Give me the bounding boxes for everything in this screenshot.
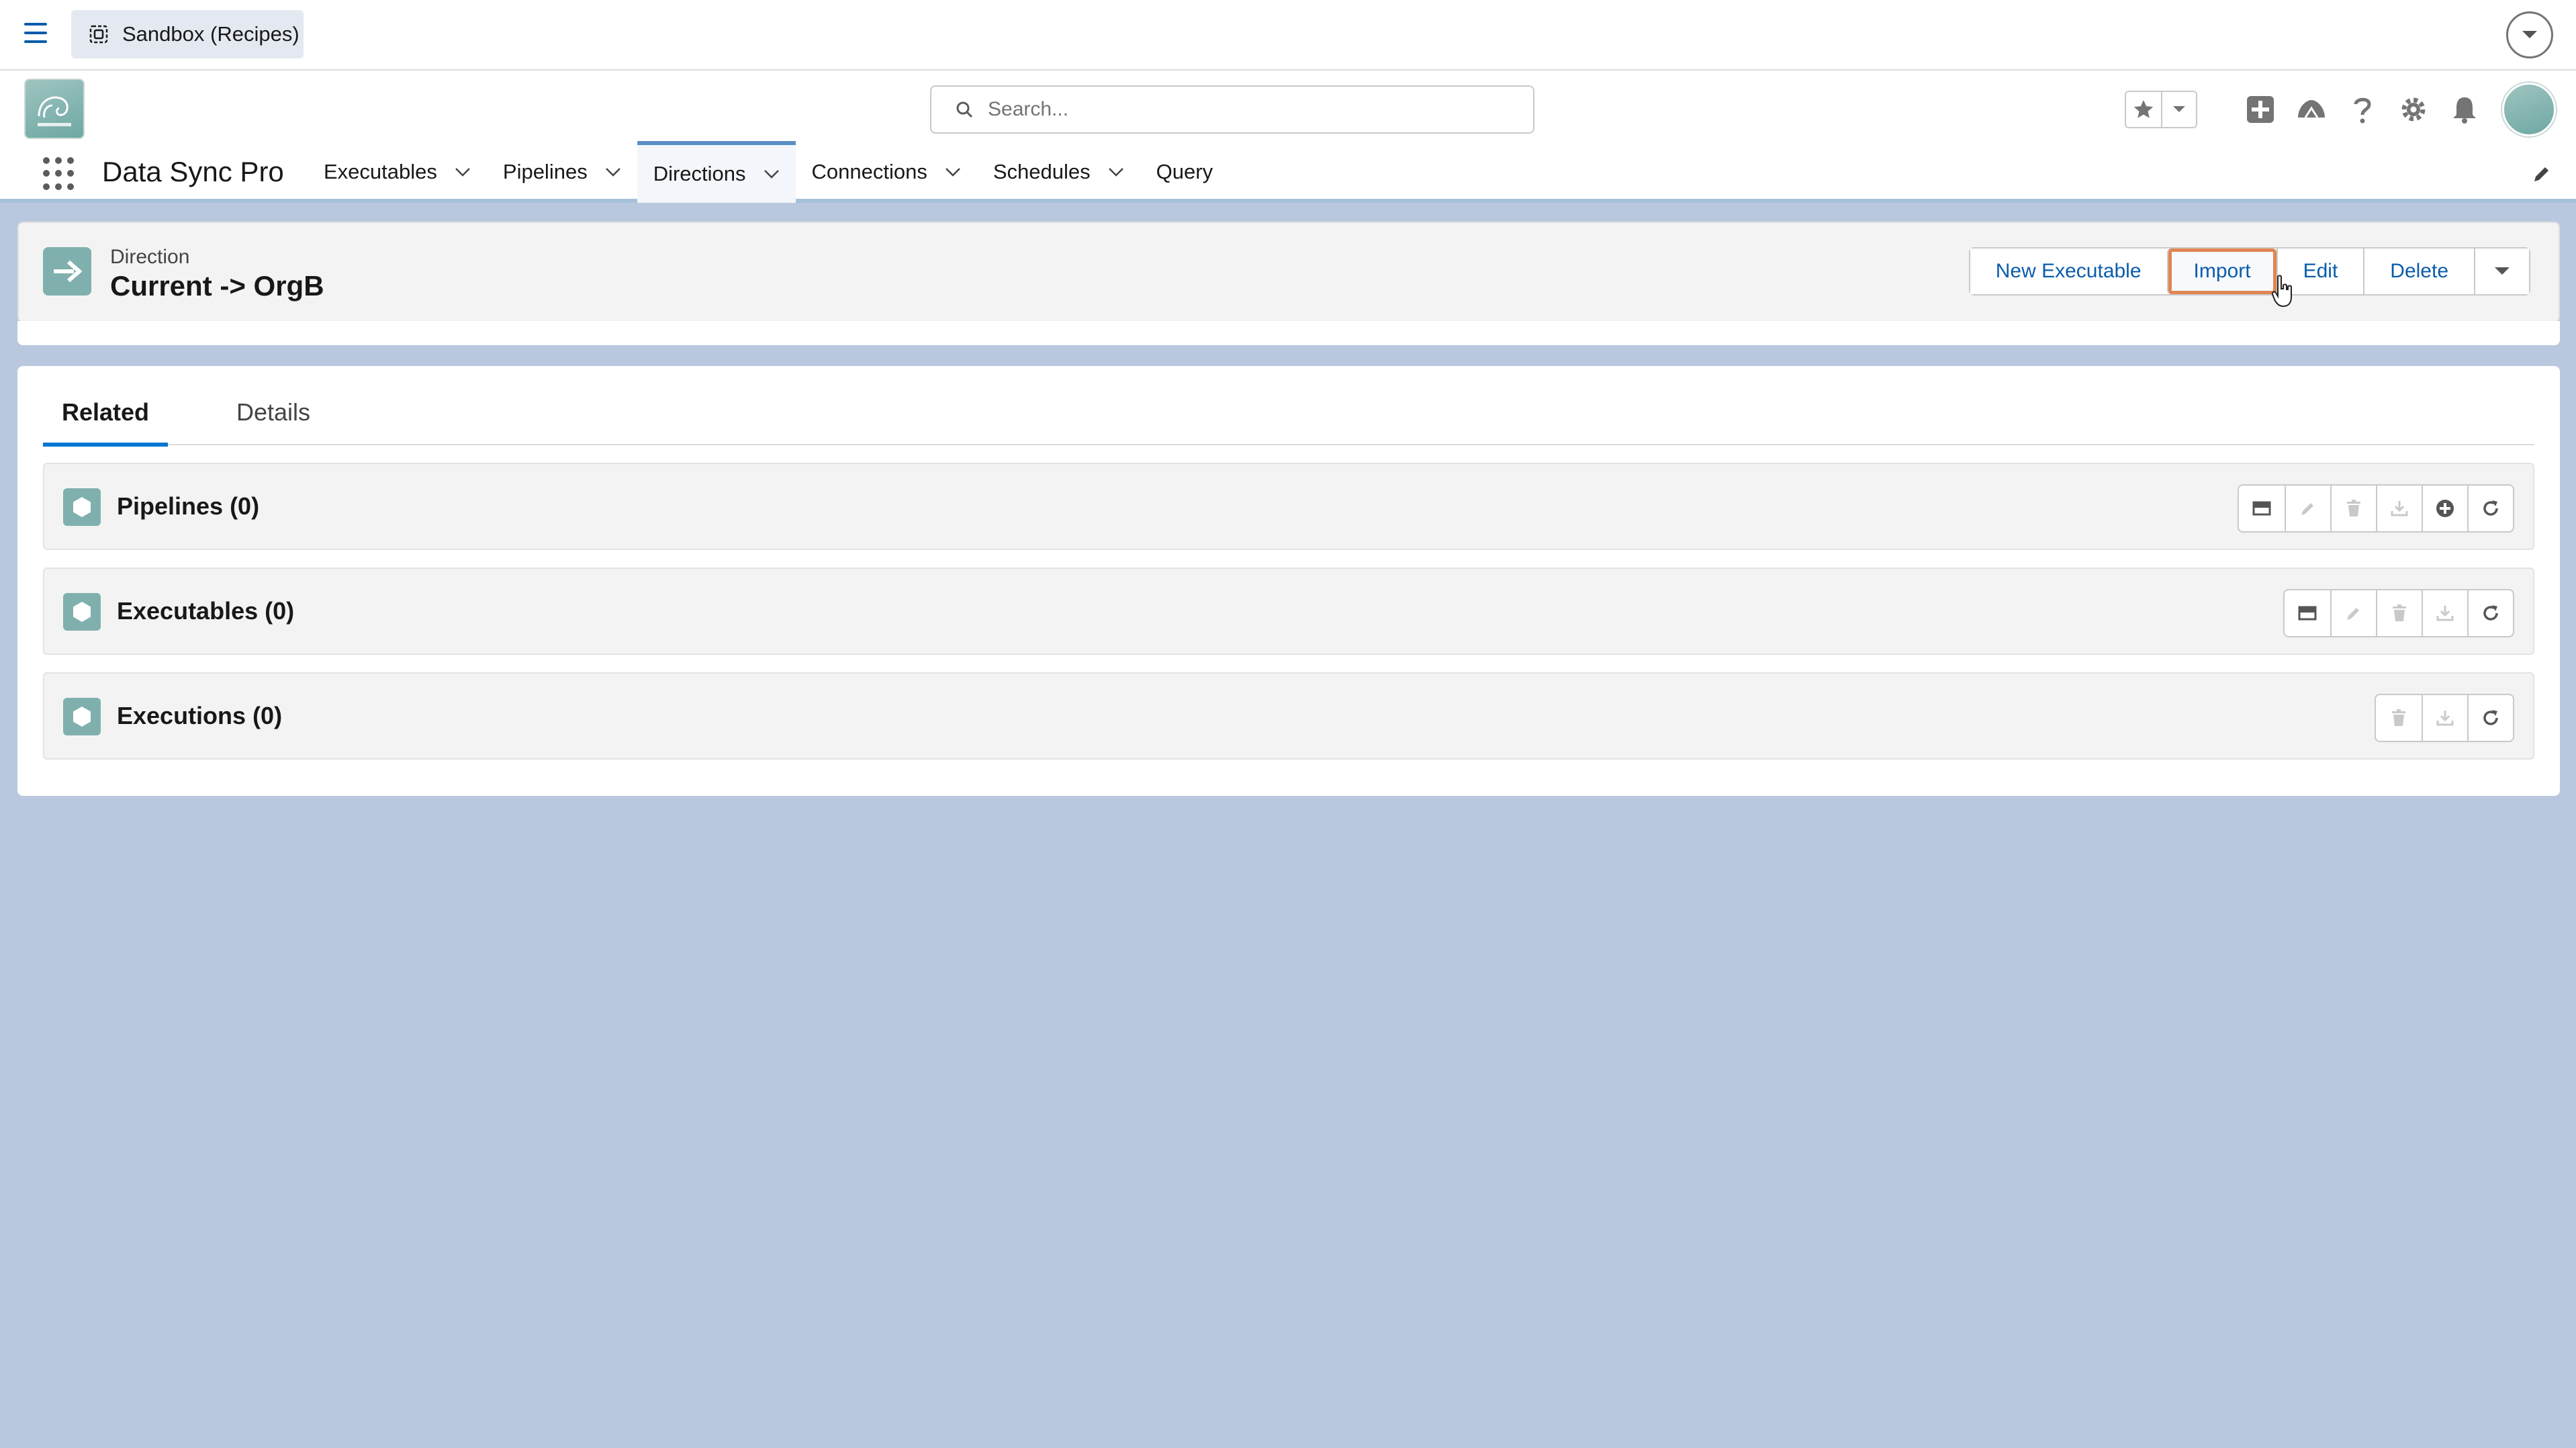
top-dropdown-button[interactable] <box>2506 11 2553 58</box>
mouse-cursor-icon <box>2271 275 2292 308</box>
edit-nav-button[interactable] <box>2532 164 2552 189</box>
refresh-icon[interactable] <box>2467 590 2513 636</box>
trailhead-button[interactable] <box>2291 89 2332 130</box>
nav-item-label: Directions <box>653 162 746 185</box>
app-name: Data Sync Pro <box>102 156 284 187</box>
favorites-menu-button[interactable] <box>2161 92 2196 127</box>
trash-icon[interactable] <box>2376 695 2422 741</box>
header-utility-icons <box>2125 83 2556 136</box>
related-list-executions: Executions (0) <box>43 672 2534 760</box>
refresh-icon[interactable] <box>2467 695 2513 741</box>
chevron-down-icon <box>2173 106 2185 112</box>
app-logo[interactable] <box>24 79 85 139</box>
related-list-title[interactable]: Pipelines (0) <box>117 492 259 521</box>
record-header: Direction Current -> OrgB New Executable… <box>17 222 2560 322</box>
more-actions-button[interactable] <box>2474 248 2529 294</box>
search-input[interactable] <box>988 98 1498 121</box>
related-list-title[interactable]: Executions (0) <box>117 702 282 730</box>
nav-items: Executables Pipelines Directions Connect… <box>308 141 1229 203</box>
record-actions: New Executable Import Edit Delete <box>1968 247 2530 296</box>
chevron-down-icon[interactable] <box>1108 167 1124 177</box>
nav-item-schedules[interactable]: Schedules <box>977 141 1140 203</box>
setup-button[interactable] <box>2393 89 2434 130</box>
hexagon-icon <box>73 497 91 517</box>
arrow-right-icon <box>54 260 82 283</box>
pencil-icon[interactable] <box>2285 486 2330 531</box>
record-header-footer <box>17 321 2560 345</box>
help-button[interactable] <box>2342 89 2383 130</box>
record-tabs: Related Details <box>43 366 2534 447</box>
search-icon <box>956 101 973 118</box>
tab-related[interactable]: Related <box>43 398 169 447</box>
download-icon[interactable] <box>2422 695 2467 741</box>
nav-item-directions[interactable]: Directions <box>637 141 796 203</box>
gear-icon <box>2401 97 2426 122</box>
menu-icon[interactable] <box>24 23 47 46</box>
user-avatar[interactable] <box>2502 83 2556 136</box>
new-executable-button[interactable]: New Executable <box>1970 248 2167 294</box>
nav-item-connections[interactable]: Connections <box>796 141 977 203</box>
chevron-down-icon <box>2495 267 2510 275</box>
app-navigation-bar: Data Sync Pro Executables Pipelines Dire… <box>0 141 2576 203</box>
import-button[interactable]: Import <box>2166 248 2276 294</box>
related-list-title[interactable]: Executables (0) <box>117 597 294 625</box>
chevron-down-icon[interactable] <box>945 167 961 177</box>
download-icon[interactable] <box>2422 590 2467 636</box>
global-search[interactable] <box>930 85 1534 134</box>
tab-details[interactable]: Details <box>236 398 310 443</box>
pencil-icon[interactable] <box>2330 590 2376 636</box>
nav-item-label: Schedules <box>993 160 1091 183</box>
sandbox-label: Sandbox (Recipes) <box>122 22 300 46</box>
table-icon[interactable] <box>2285 590 2330 636</box>
logo-icon <box>38 96 71 126</box>
plus-icon <box>2247 96 2274 123</box>
record-title: Current -> OrgB <box>110 270 324 302</box>
global-actions-button[interactable] <box>2240 89 2281 130</box>
favorites-group <box>2125 91 2197 128</box>
related-list-actions <box>2375 694 2514 742</box>
record-detail-panel: Related Details Pipelines (0) Executable… <box>17 366 2560 796</box>
hexagon-icon <box>73 602 91 622</box>
nav-item-query[interactable]: Query <box>1140 141 1229 203</box>
nav-item-label: Query <box>1156 160 1213 183</box>
refresh-icon[interactable] <box>2467 486 2513 531</box>
direction-record-icon <box>43 247 91 296</box>
custom-object-icon <box>63 593 101 631</box>
nav-item-label: Connections <box>811 160 927 183</box>
related-list-pipelines: Pipelines (0) <box>43 463 2534 550</box>
bell-icon <box>2453 97 2476 124</box>
global-header <box>0 71 2576 148</box>
custom-object-icon <box>63 698 101 735</box>
sandbox-bar: Sandbox (Recipes) <box>0 0 2576 71</box>
custom-object-icon <box>63 488 101 526</box>
related-list-actions <box>2238 484 2514 533</box>
chevron-down-icon <box>2522 31 2537 38</box>
related-list-actions <box>2283 589 2514 637</box>
chevron-down-icon[interactable] <box>455 167 471 177</box>
app-launcher-icon[interactable] <box>43 157 77 191</box>
table-icon[interactable] <box>2239 486 2285 531</box>
pencil-icon <box>2534 167 2548 181</box>
hexagon-icon <box>73 707 91 727</box>
record-type-label: Direction <box>110 246 190 268</box>
trailhead-icon <box>2298 100 2325 118</box>
favorites-button[interactable] <box>2126 92 2161 127</box>
sandbox-icon <box>89 25 108 44</box>
nav-item-executables[interactable]: Executables <box>308 141 487 203</box>
help-icon <box>2354 97 2371 124</box>
star-icon <box>2133 99 2154 118</box>
related-list-executables: Executables (0) <box>43 568 2534 655</box>
trash-icon[interactable] <box>2330 486 2376 531</box>
nav-item-label: Executables <box>324 160 437 183</box>
sandbox-indicator[interactable]: Sandbox (Recipes) <box>71 10 304 58</box>
nav-item-label: Pipelines <box>502 160 588 183</box>
delete-button[interactable]: Delete <box>2363 248 2474 294</box>
trash-icon[interactable] <box>2376 590 2422 636</box>
notifications-button[interactable] <box>2444 89 2485 130</box>
add-circle-icon[interactable] <box>2422 486 2467 531</box>
chevron-down-icon[interactable] <box>605 167 621 177</box>
chevron-down-icon[interactable] <box>764 169 780 179</box>
nav-item-pipelines[interactable]: Pipelines <box>487 141 637 203</box>
download-icon[interactable] <box>2376 486 2422 531</box>
